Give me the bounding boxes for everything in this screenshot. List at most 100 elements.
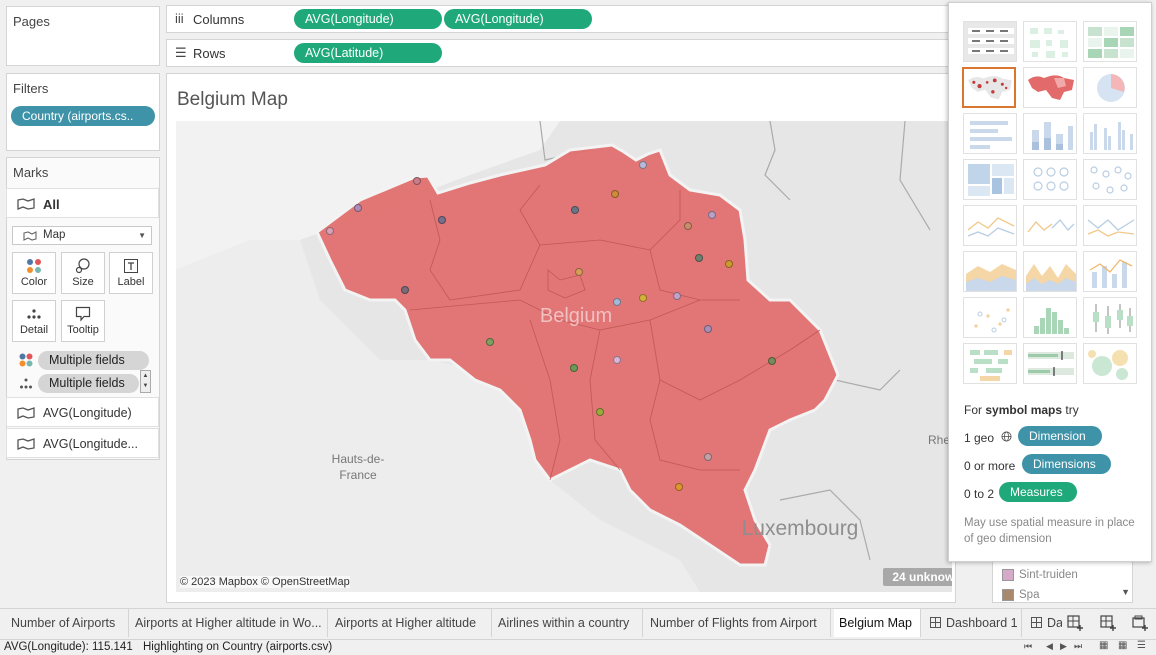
airport-dot[interactable] xyxy=(575,268,583,276)
marks-field-color[interactable]: Multiple fields xyxy=(38,351,149,370)
tab-number-of-airports[interactable]: Number of Airports xyxy=(6,609,129,637)
chart-thumb-side-by-side-circles[interactable] xyxy=(1083,159,1137,200)
chart-thumb-side-by-side-bars[interactable] xyxy=(1083,113,1137,154)
chart-thumb-circle-views[interactable] xyxy=(1023,159,1077,200)
filmstrip-view-icon[interactable]: ▦ xyxy=(1099,640,1108,651)
tab-dashboard-1[interactable]: Dashboard 1 xyxy=(924,609,1022,637)
chart-thumb-histogram[interactable] xyxy=(1023,297,1077,338)
airport-dot[interactable] xyxy=(486,338,494,346)
airport-dot[interactable] xyxy=(596,408,604,416)
chart-thumb-dual-lines[interactable] xyxy=(1083,205,1137,246)
airport-dot[interactable] xyxy=(673,292,681,300)
chart-thumb-filled-map[interactable] xyxy=(1023,67,1077,108)
marks-all-row[interactable]: All xyxy=(6,188,159,218)
chart-thumb-box-whisker[interactable] xyxy=(1083,297,1137,338)
chart-thumb-bullet[interactable] xyxy=(1023,343,1077,384)
chart-thumb-pie[interactable] xyxy=(1083,67,1137,108)
airport-dot[interactable] xyxy=(704,325,712,333)
chart-thumb-scatter[interactable] xyxy=(963,297,1017,338)
tooltip-label: Tooltip xyxy=(67,324,99,336)
tab-airlines-within-country[interactable]: Airlines within a country xyxy=(493,609,643,637)
chart-thumb-continuous-lines[interactable] xyxy=(963,205,1017,246)
legend-label-2: Spa xyxy=(1019,589,1040,601)
new-worksheet-icon xyxy=(1067,615,1083,631)
color-legend: Sint-truiden Spa ▼ xyxy=(992,555,1133,603)
chart-thumb-horizontal-bars[interactable] xyxy=(963,113,1017,154)
map-attribution[interactable]: © 2023 Mapbox © OpenStreetMap xyxy=(180,576,350,588)
chart-thumb-gantt[interactable] xyxy=(963,343,1017,384)
tab-airports-higher-altitude[interactable]: Airports at Higher altitude xyxy=(330,609,492,637)
filters-shelf[interactable]: Filters Country (airports.cs.. xyxy=(6,73,160,151)
airport-dot[interactable] xyxy=(571,206,579,214)
chart-thumb-stacked-bars[interactable] xyxy=(1023,113,1077,154)
unknown-badge[interactable]: 24 unknown xyxy=(883,568,952,586)
rows-pill-1[interactable]: AVG(Latitude) xyxy=(294,43,442,63)
chart-thumb-heat-map[interactable] xyxy=(1023,21,1077,62)
airport-dot[interactable] xyxy=(675,483,683,491)
marks-fields-scrollbar[interactable]: ▲ ▼ xyxy=(140,370,151,393)
new-worksheet-button[interactable] xyxy=(1066,614,1084,632)
columns-pill-1[interactable]: AVG(Longitude) xyxy=(294,9,442,29)
tab-belgium-map[interactable]: Belgium Map xyxy=(834,609,921,637)
mark-type-select[interactable]: Map ▼ xyxy=(12,226,152,245)
text-icon xyxy=(124,259,138,273)
airport-dot[interactable] xyxy=(611,190,619,198)
chart-thumb-treemap[interactable] xyxy=(963,159,1017,200)
new-dashboard-button[interactable] xyxy=(1099,614,1117,632)
req-row-1-pill: Dimension xyxy=(1018,426,1102,446)
size-button[interactable]: Size xyxy=(61,252,105,294)
tab-dashboard-partial[interactable]: Da xyxy=(1026,609,1062,637)
tooltip-button[interactable]: Tooltip xyxy=(61,300,105,342)
tab-airports-higher-altitude-world[interactable]: Airports at Higher altitude in Wo... xyxy=(130,609,328,637)
airport-dot[interactable] xyxy=(354,204,362,212)
airport-dot[interactable] xyxy=(401,286,409,294)
chart-thumb-packed-bubbles[interactable] xyxy=(1083,343,1137,384)
airport-dot[interactable] xyxy=(684,222,692,230)
airport-dot[interactable] xyxy=(438,216,446,224)
chart-thumb-highlight-table[interactable] xyxy=(1083,21,1137,62)
airport-dot[interactable] xyxy=(639,294,647,302)
size-label: Size xyxy=(72,276,94,288)
first-sheet-icon[interactable]: ⏮ xyxy=(1024,641,1032,652)
chart-thumb-dual-combination[interactable] xyxy=(1083,251,1137,292)
airport-dot[interactable] xyxy=(704,453,712,461)
chart-thumb-discrete-lines[interactable] xyxy=(1023,205,1077,246)
show-me-hint-suffix: try xyxy=(1062,403,1079,417)
color-button[interactable]: Color xyxy=(12,252,56,294)
airport-dot[interactable] xyxy=(570,364,578,372)
marks-layer-1[interactable]: AVG(Longitude) xyxy=(6,397,159,427)
filter-pill-country[interactable]: Country (airports.cs.. xyxy=(11,106,155,126)
airport-dot[interactable] xyxy=(695,254,703,262)
tab-number-of-flights[interactable]: Number of Flights from Airport xyxy=(645,609,831,637)
chart-thumb-symbol-map[interactable] xyxy=(962,67,1016,108)
rows-shelf[interactable]: ☰ Rows xyxy=(166,39,956,67)
label-button[interactable]: Label xyxy=(109,252,153,294)
new-story-button[interactable] xyxy=(1131,614,1149,632)
airport-dot[interactable] xyxy=(326,227,334,235)
chart-thumb-area-discrete[interactable] xyxy=(1023,251,1077,292)
airport-dot[interactable] xyxy=(613,356,621,364)
airport-dot[interactable] xyxy=(768,357,776,365)
legend-scroll-down-icon[interactable]: ▼ xyxy=(1121,587,1130,597)
marks-layer-2[interactable]: AVG(Longitude... xyxy=(6,428,159,458)
last-sheet-icon[interactable]: ⏭ xyxy=(1074,641,1082,652)
airport-dot[interactable] xyxy=(613,298,621,306)
pages-shelf[interactable]: Pages xyxy=(6,6,160,66)
airport-dot[interactable] xyxy=(708,211,716,219)
airport-dot[interactable] xyxy=(639,161,647,169)
airport-dot[interactable] xyxy=(413,177,421,185)
detail-button[interactable]: Detail xyxy=(12,300,56,342)
chart-thumb-area-continuous[interactable] xyxy=(963,251,1017,292)
airport-dot[interactable] xyxy=(725,260,733,268)
show-me-hint-prefix: For xyxy=(964,403,986,417)
chart-thumb-text-table[interactable] xyxy=(963,21,1017,62)
grid-view-icon[interactable]: ▦ xyxy=(1118,640,1127,651)
list-view-icon[interactable]: ☰ xyxy=(1137,640,1146,651)
next-sheet-icon[interactable]: ▶ xyxy=(1060,641,1067,652)
prev-sheet-icon[interactable]: ◀ xyxy=(1046,641,1053,652)
map-canvas[interactable]: Belgium Luxembourg Hauts-de- France Rhe … xyxy=(176,121,952,592)
marks-field-detail[interactable]: Multiple fields xyxy=(38,374,139,393)
detail-label: Detail xyxy=(19,324,49,336)
columns-pill-2[interactable]: AVG(Longitude) xyxy=(444,9,592,29)
size-icon xyxy=(75,258,90,274)
